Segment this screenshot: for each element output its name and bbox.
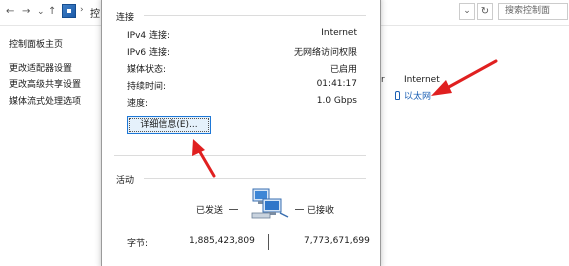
access-type-label-stub: r	[381, 75, 385, 85]
ipv6-value: 无网络访问权限	[293, 48, 357, 58]
chevron-down-icon: ⌄	[463, 6, 471, 16]
refresh-button[interactable]: ↻	[477, 3, 493, 20]
bytes-label: 字节:	[127, 239, 149, 249]
forward-button[interactable]: →	[22, 5, 30, 19]
up-button[interactable]: ↑	[48, 5, 56, 19]
address-dropdown-button[interactable]: ⌄	[459, 3, 475, 20]
screenshot-root: ← → ⌄ ↑ › 控 ⌄ ↻ 搜索控制面 控制面板主页 更改适配器设置 更改高…	[0, 0, 569, 266]
speed-value: 1.0 Gbps	[316, 96, 357, 106]
duration-label: 持续时间:	[127, 82, 167, 92]
connection-group-line	[144, 15, 366, 16]
ethernet-icon	[395, 91, 400, 100]
speed-label: 速度:	[127, 99, 149, 109]
activity-section-label: 活动	[116, 176, 135, 186]
arrow-to-ethernet-line	[445, 59, 498, 90]
ipv4-value: Internet	[321, 28, 357, 38]
breadcrumb-separator: ›	[80, 5, 84, 15]
sidebar-link-sharing-settings[interactable]: 更改高级共享设置	[9, 77, 81, 90]
search-input[interactable]: 搜索控制面	[498, 3, 568, 20]
sidebar-link-control-panel-home[interactable]: 控制面板主页	[9, 37, 63, 50]
ethernet-connection-link[interactable]: 以太网	[395, 89, 431, 102]
connection-section-label: 连接	[116, 13, 135, 23]
media-state-label: 媒体状态:	[127, 65, 167, 75]
received-label: 已接收	[307, 206, 335, 216]
ipv6-label: IPv6 连接:	[127, 48, 171, 58]
media-state-value: 已启用	[329, 65, 357, 75]
sent-dash	[229, 209, 238, 210]
breadcrumb[interactable]: 控	[90, 5, 100, 20]
duration-value: 01:41:17	[316, 79, 357, 89]
network-activity-icon	[251, 188, 289, 219]
details-button[interactable]: 详细信息(E)...	[127, 116, 211, 134]
back-button[interactable]: ←	[6, 5, 14, 19]
connection-group-bottom-line	[114, 155, 366, 156]
sidebar-link-adapter-settings[interactable]: 更改适配器设置	[9, 61, 72, 74]
bytes-sent-value: 1,885,423,809	[189, 236, 255, 246]
sidebar-link-media-streaming[interactable]: 媒体流式处理选项	[9, 94, 81, 107]
activity-group-line	[144, 178, 366, 179]
received-dash	[295, 209, 304, 210]
recent-locations-dropdown[interactable]: ⌄	[37, 5, 45, 19]
refresh-icon: ↻	[480, 6, 490, 17]
bytes-separator	[268, 234, 269, 250]
network-center-icon	[62, 4, 76, 18]
ethernet-connection-label: 以太网	[404, 92, 432, 102]
access-type-value: Internet	[404, 75, 440, 85]
ethernet-status-dialog: 连接 IPv4 连接: Internet IPv6 连接: 无网络访问权限 媒体…	[101, 0, 381, 266]
sent-label: 已发送	[196, 206, 224, 216]
ipv4-label: IPv4 连接:	[127, 31, 171, 41]
bytes-received-value: 7,773,671,699	[304, 236, 370, 246]
